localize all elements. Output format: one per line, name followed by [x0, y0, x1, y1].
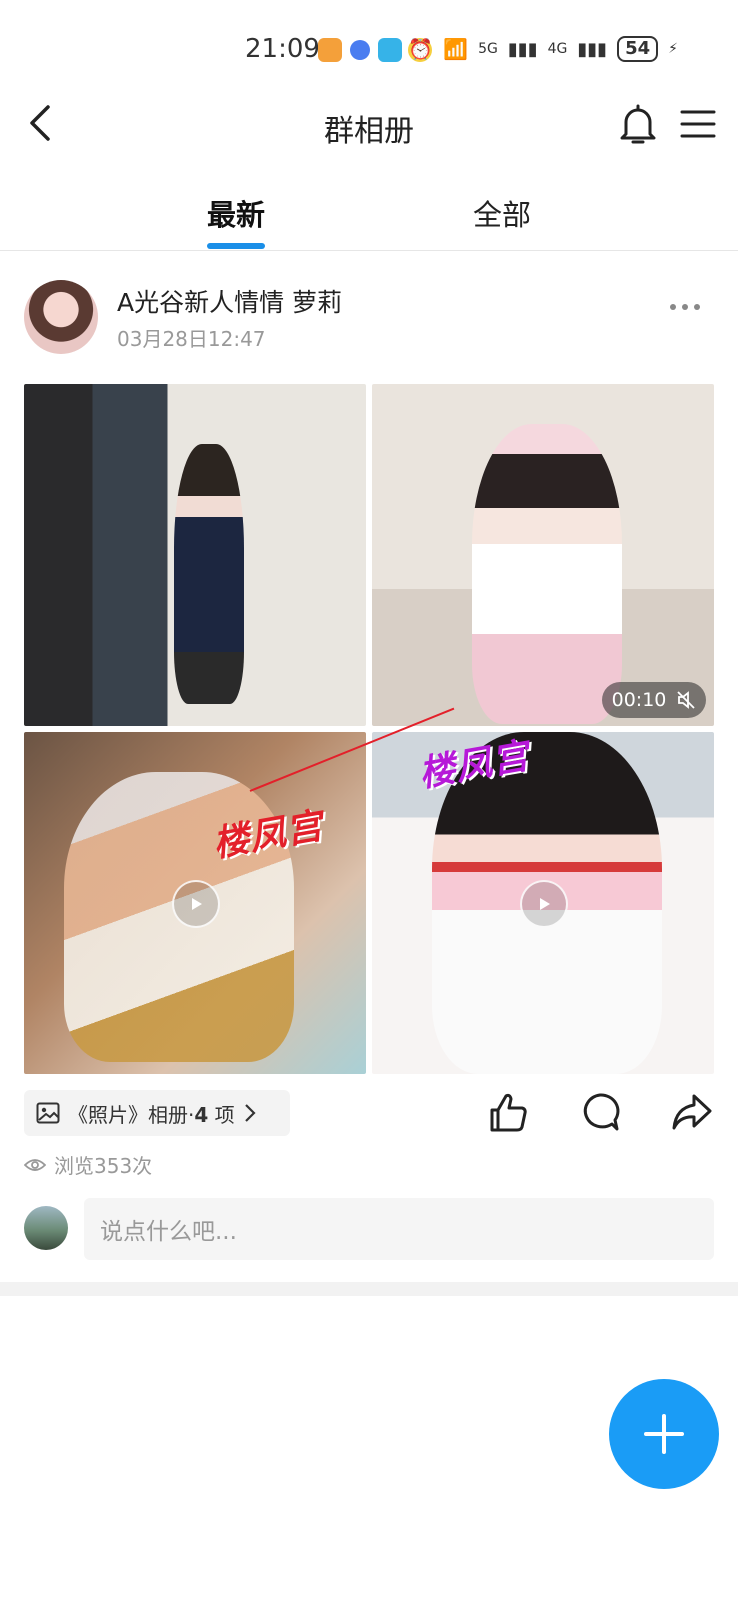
hamburger-menu-icon	[680, 110, 716, 138]
chevron-right-icon	[244, 1104, 256, 1122]
view-count: 浏览353次	[24, 1150, 152, 1179]
tab-latest[interactable]: 最新	[207, 192, 265, 234]
photo-thumbnail-1[interactable]	[24, 384, 366, 726]
app-notification-icon	[350, 40, 370, 60]
view-count-text: 浏览353次	[54, 1154, 153, 1178]
play-icon	[172, 880, 220, 928]
muted-icon	[677, 691, 696, 709]
menu-button[interactable]	[678, 106, 718, 142]
status-indicators: ⏰ 📶 5G ▮▮▮ 4G ▮▮▮ 54 ⚡	[408, 36, 678, 62]
more-dot-icon	[682, 304, 688, 310]
alarm-icon: ⏰	[408, 37, 434, 61]
post-timestamp: 03月28日12:47	[117, 327, 266, 351]
plus-icon	[644, 1414, 684, 1454]
more-dot-icon	[670, 304, 676, 310]
signal-icon: ▮▮▮	[577, 38, 608, 60]
section-divider	[0, 1282, 738, 1296]
signal-icon: ▮▮▮	[507, 38, 538, 60]
eye-icon	[24, 1158, 46, 1171]
more-dot-icon	[694, 304, 700, 310]
network-4g-label: 4G	[547, 41, 568, 57]
charging-icon: ⚡	[668, 41, 678, 57]
network-5g-label: 5G	[478, 41, 498, 57]
album-link-chip[interactable]: 《照片》相册·4 项	[24, 1090, 290, 1136]
current-user-avatar	[24, 1206, 68, 1250]
album-unit: 项	[208, 1102, 235, 1127]
wifi-icon: 📶	[443, 37, 469, 61]
photo-subject	[472, 424, 622, 724]
play-icon	[520, 880, 568, 928]
bell-icon	[620, 104, 656, 144]
comment-input[interactable]: 说点什么吧...	[84, 1198, 714, 1260]
album-count: 4	[194, 1102, 209, 1127]
tab-active-indicator	[207, 243, 265, 249]
add-photo-fab[interactable]	[609, 1379, 719, 1489]
status-time: 21:09	[245, 34, 320, 64]
video-thumbnail-3[interactable]	[24, 732, 366, 1074]
tab-divider	[0, 250, 738, 251]
like-button[interactable]	[486, 1090, 530, 1134]
comment-button[interactable]	[578, 1090, 622, 1134]
app-notification-icon	[378, 38, 402, 62]
comment-bubble-icon	[583, 1093, 620, 1131]
image-icon	[36, 1102, 60, 1124]
video-duration: 00:10	[611, 689, 667, 711]
video-thumbnail-2[interactable]	[372, 384, 714, 726]
tab-all[interactable]: 全部	[473, 192, 531, 234]
video-duration-badge: 00:10	[602, 682, 706, 718]
app-notification-icon	[318, 38, 342, 62]
photo-subject	[174, 444, 244, 704]
more-options-button[interactable]	[670, 300, 710, 314]
thumbs-up-icon	[490, 1093, 527, 1132]
share-button[interactable]	[670, 1090, 714, 1134]
post-author-name[interactable]: A光谷新人情情 萝莉	[117, 283, 342, 319]
battery-indicator: 54	[617, 36, 659, 62]
comment-placeholder: 说点什么吧...	[100, 1219, 237, 1245]
album-label: 《照片》相册·	[68, 1102, 195, 1127]
author-avatar[interactable]	[24, 280, 98, 354]
notifications-button[interactable]	[618, 102, 658, 146]
share-arrow-icon	[672, 1094, 712, 1130]
